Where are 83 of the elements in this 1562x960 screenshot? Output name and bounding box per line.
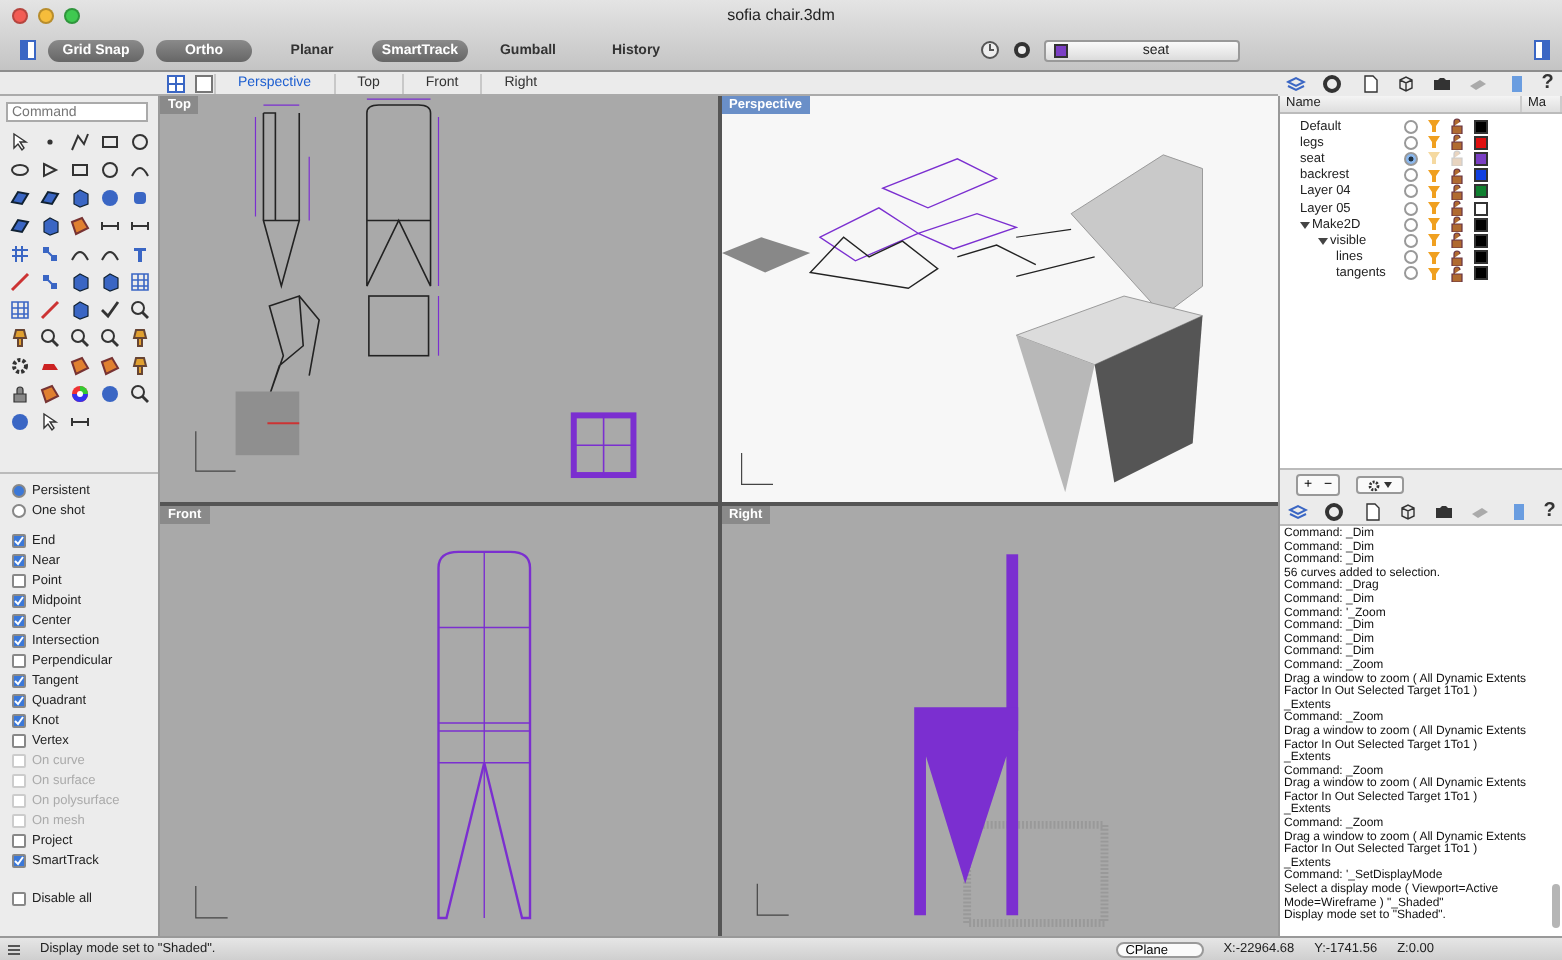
current-layer-radio[interactable] bbox=[1404, 119, 1418, 134]
zoom-tool-icon[interactable] bbox=[40, 327, 60, 347]
current-layer-radio[interactable] bbox=[1404, 184, 1418, 199]
check-tool-icon[interactable] bbox=[100, 299, 120, 319]
sphere-tool-icon[interactable] bbox=[100, 187, 120, 207]
layer-color-swatch[interactable] bbox=[1474, 201, 1488, 216]
zoom-tool-icon[interactable] bbox=[70, 327, 90, 347]
padlock-icon[interactable] bbox=[1450, 167, 1466, 184]
cylinder-tool-icon[interactable] bbox=[130, 187, 150, 207]
single-viewport-icon[interactable] bbox=[194, 73, 214, 93]
current-layer-radio[interactable] bbox=[1404, 233, 1418, 248]
layer-color-swatch[interactable] bbox=[1474, 151, 1488, 166]
mesh-tool-icon[interactable] bbox=[10, 243, 30, 263]
layer-color-swatch[interactable] bbox=[1474, 233, 1488, 248]
padlock-icon[interactable] bbox=[1450, 183, 1466, 200]
caret-icon bbox=[1384, 482, 1392, 488]
gear-dropdown[interactable] bbox=[1356, 476, 1404, 494]
polyline-tool-icon[interactable] bbox=[70, 131, 90, 151]
zoom-tool-icon[interactable] bbox=[100, 327, 120, 347]
current-layer-radio[interactable] bbox=[1404, 151, 1418, 166]
history-icon[interactable] bbox=[979, 40, 999, 60]
help-icon[interactable]: ? bbox=[1541, 73, 1554, 93]
current-layer-radio[interactable] bbox=[1404, 135, 1418, 150]
layer-color-swatch[interactable] bbox=[1474, 168, 1488, 183]
padlock-icon[interactable] bbox=[1450, 200, 1466, 217]
shape-tool-icon[interactable] bbox=[70, 215, 90, 235]
layer-color-swatch[interactable] bbox=[1474, 184, 1488, 199]
expand-triangle-icon[interactable] bbox=[1300, 219, 1310, 230]
cube-icon[interactable] bbox=[1395, 73, 1416, 93]
camera-icon[interactable] bbox=[1434, 502, 1455, 522]
layer-color-swatch[interactable] bbox=[1474, 266, 1488, 281]
zoom-tool-icon[interactable] bbox=[130, 299, 150, 319]
record-icon[interactable] bbox=[1011, 40, 1031, 60]
padlock-icon[interactable] bbox=[1450, 232, 1466, 249]
circle-icon[interactable] bbox=[1322, 73, 1343, 93]
circle-icon[interactable] bbox=[1324, 502, 1345, 522]
padlock-icon[interactable] bbox=[1450, 216, 1466, 233]
sidebar-toggle-icon[interactable] bbox=[20, 40, 36, 60]
padlock-icon[interactable] bbox=[1450, 249, 1466, 266]
arrow-tool-icon[interactable] bbox=[10, 131, 30, 151]
layer-color-swatch[interactable] bbox=[1474, 250, 1488, 265]
grid-tool-icon[interactable] bbox=[10, 299, 30, 319]
layer-color-swatch[interactable] bbox=[1474, 217, 1488, 232]
current-layer-radio[interactable] bbox=[1404, 168, 1418, 183]
current-layer-radio[interactable] bbox=[1404, 250, 1418, 265]
sphere-tool-icon[interactable] bbox=[10, 411, 30, 431]
zoom-tool-icon[interactable] bbox=[130, 383, 150, 403]
camera-icon[interactable] bbox=[1432, 73, 1453, 93]
current-layer-radio[interactable] bbox=[1404, 217, 1418, 232]
lamp-tool-icon[interactable] bbox=[130, 327, 150, 347]
node-tool-icon[interactable] bbox=[40, 271, 60, 291]
grid-tool-icon[interactable] bbox=[130, 271, 150, 291]
four-viewports-icon[interactable] bbox=[166, 73, 186, 93]
padlock-icon[interactable] bbox=[1450, 265, 1466, 282]
zoom-button[interactable] bbox=[64, 7, 80, 23]
current-layer-radio[interactable] bbox=[1404, 266, 1418, 281]
help-icon[interactable]: ? bbox=[1543, 502, 1556, 522]
padlock-icon[interactable] bbox=[1450, 134, 1466, 151]
lamp-tool-icon[interactable] bbox=[130, 355, 150, 375]
close-button[interactable] bbox=[12, 7, 28, 23]
gear-icon bbox=[1368, 479, 1380, 491]
color-wheel-tool-icon[interactable] bbox=[70, 383, 90, 403]
layers-icon[interactable] bbox=[1286, 73, 1307, 93]
lamp-tool-icon[interactable] bbox=[10, 327, 30, 347]
current-layer-radio[interactable] bbox=[1404, 201, 1418, 216]
text-tool-icon[interactable] bbox=[130, 243, 150, 263]
window-title: sofia chair.3dm bbox=[725, 6, 837, 24]
layer-color-swatch[interactable] bbox=[1474, 135, 1488, 150]
layers-icon[interactable] bbox=[1288, 502, 1309, 522]
sphere-tool-icon[interactable] bbox=[100, 383, 120, 403]
ellipse-tool-icon[interactable] bbox=[10, 159, 30, 179]
grip-icon bbox=[8, 943, 20, 955]
node-tool-icon[interactable] bbox=[40, 243, 60, 263]
arrow-tool-icon[interactable] bbox=[40, 411, 60, 431]
expand-triangle-icon[interactable] bbox=[1318, 235, 1328, 246]
layer-color-swatch[interactable] bbox=[1474, 119, 1488, 134]
triangle-tool-icon[interactable] bbox=[40, 159, 60, 179]
checkmark-icon bbox=[14, 856, 24, 866]
cube-icon[interactable] bbox=[1397, 502, 1418, 522]
lock-tool-icon[interactable] bbox=[10, 383, 30, 403]
panel-toggle-icon[interactable] bbox=[1534, 40, 1550, 60]
gear-tool-icon[interactable] bbox=[10, 355, 30, 375]
padlock-icon[interactable] bbox=[1450, 118, 1466, 135]
